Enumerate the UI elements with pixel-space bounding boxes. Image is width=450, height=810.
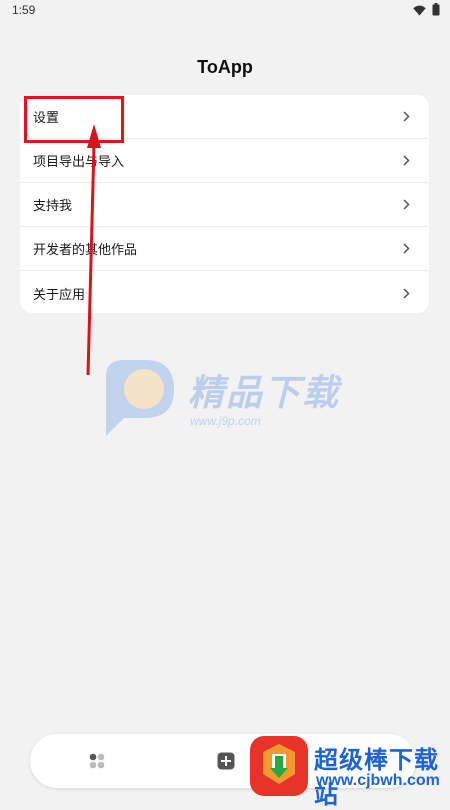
add-square-icon[interactable]	[216, 751, 236, 771]
brand-logo-icon	[250, 736, 308, 796]
brand-url: www.cjbwh.com	[316, 772, 440, 789]
watermark-text: 精品下载	[188, 372, 341, 413]
watermark-url: www.j9p.com	[190, 414, 261, 428]
watermark-logo: 精品下载 www.j9p.com	[100, 356, 360, 446]
brand-watermark: 超级棒下载站 www.cjbwh.com	[248, 734, 450, 809]
watermark-p-icon	[106, 360, 174, 436]
grid-icon[interactable]	[87, 751, 107, 771]
